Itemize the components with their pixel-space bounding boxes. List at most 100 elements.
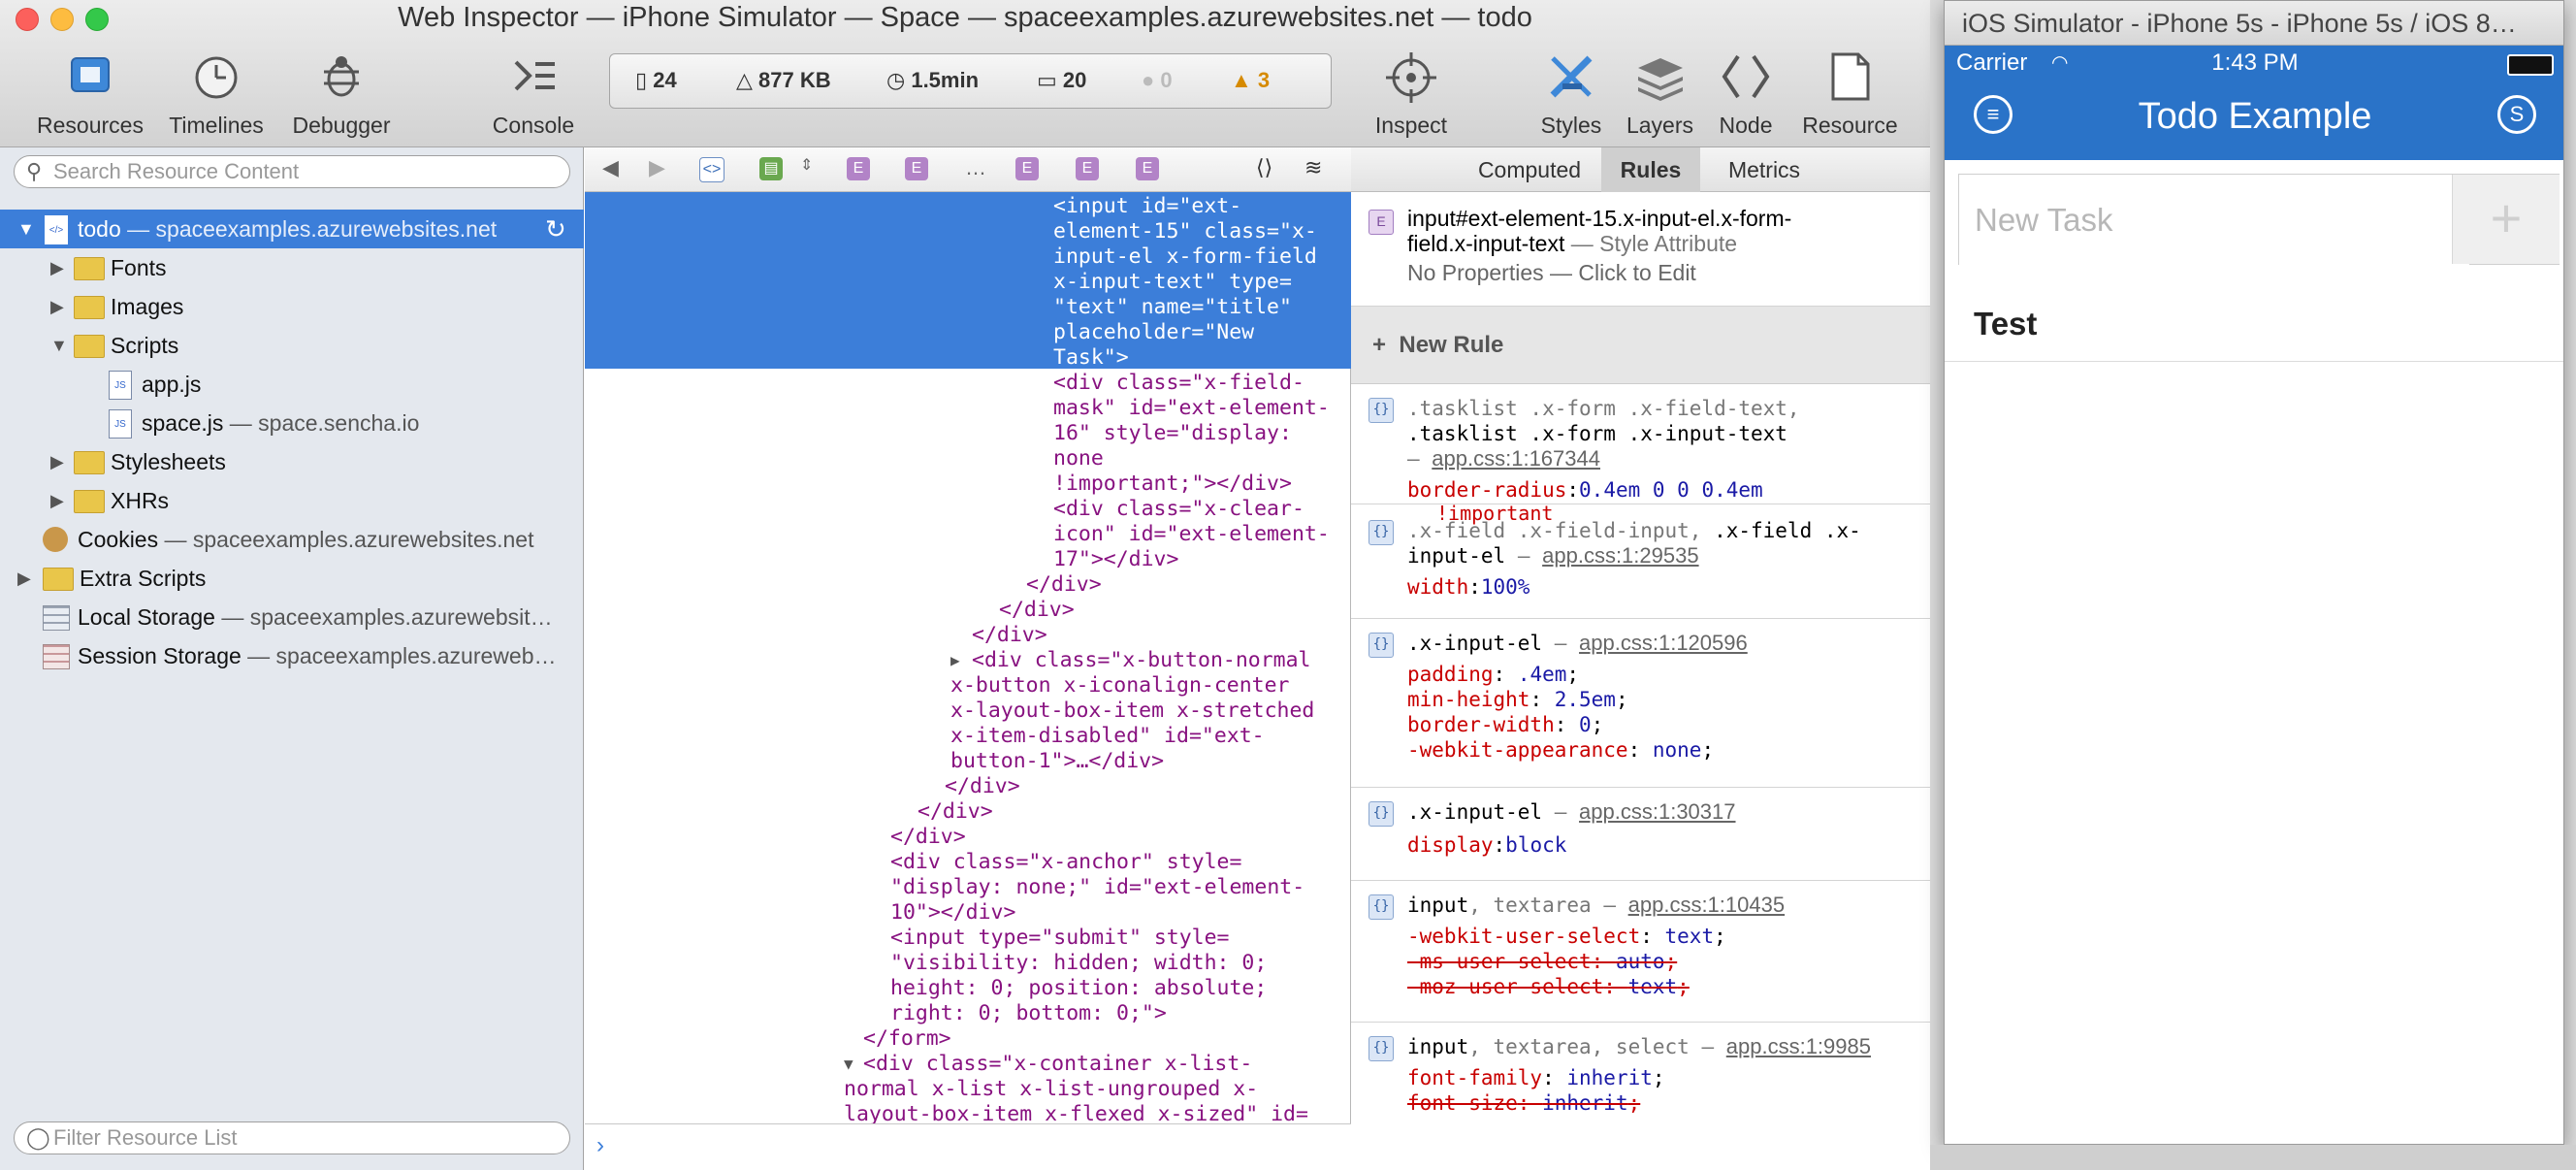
breadcrumb-element[interactable]: E: [1136, 157, 1159, 180]
disclosure-triangle-icon[interactable]: ▶: [50, 287, 64, 326]
breadcrumb-element[interactable]: E: [905, 157, 928, 180]
new-task-input[interactable]: [1959, 175, 2469, 266]
tree-item-local-storage[interactable]: Local Storage — spaceexamples.azurewebsi…: [0, 598, 584, 636]
tree-item-todo[interactable]: ▼ </> todo — spaceexamples.azurewebsites…: [0, 210, 584, 248]
rule-property[interactable]: width:100%: [1407, 574, 1530, 600]
breadcrumb-document[interactable]: <>: [699, 157, 724, 182]
dom-line[interactable]: </div>: [972, 623, 1047, 648]
dom-line[interactable]: normal x-list x-list-ungrouped x-: [844, 1077, 1258, 1102]
tab-computed[interactable]: Computed: [1458, 147, 1601, 192]
breadcrumb-frame[interactable]: ▤: [759, 157, 783, 180]
dom-line[interactable]: 17"></div>: [1053, 547, 1178, 572]
console-prompt[interactable]: ›: [585, 1123, 1351, 1170]
dom-line[interactable]: 16" style="display:: [1053, 421, 1292, 446]
dom-line[interactable]: </div>: [890, 825, 966, 850]
dom-line[interactable]: <div class="x-clear-: [1053, 497, 1304, 522]
dom-tree-code[interactable]: <input id="ext- element-15" class="x- in…: [585, 192, 1351, 1123]
dom-line[interactable]: <div class="x-anchor" style=: [890, 850, 1241, 875]
toolbar-node-button[interactable]: Node: [1702, 50, 1789, 144]
dom-line[interactable]: placeholder="New: [1053, 320, 1254, 345]
forward-arrow-icon[interactable]: ▶: [649, 155, 665, 180]
dom-line[interactable]: <div class="x-field-: [1053, 371, 1304, 396]
css-rule[interactable]: {} input, textarea, select — app.css:1:9…: [1351, 1023, 1930, 1170]
dom-line[interactable]: Task">: [1053, 345, 1129, 371]
layers-toggle-icon[interactable]: ≋: [1304, 155, 1322, 180]
toolbar-styles-button[interactable]: Styles: [1523, 50, 1620, 144]
dom-line[interactable]: x-layout-box-item x-stretched: [950, 699, 1314, 724]
disclosure-triangle-icon[interactable]: ▼: [844, 1052, 853, 1077]
disclosure-triangle-icon[interactable]: ▶: [50, 481, 64, 520]
toolbar-console-button[interactable]: Console: [475, 50, 592, 144]
toolbar-inspect-button[interactable]: Inspect: [1358, 50, 1465, 144]
tree-item-cookies[interactable]: Cookies — spaceexamples.azurewebsites.ne…: [0, 520, 584, 559]
toolbar-resources-button[interactable]: Resources: [27, 50, 153, 144]
dom-line[interactable]: </div>: [945, 774, 1020, 799]
reload-icon[interactable]: ↻: [545, 210, 566, 248]
rule-property-overridden[interactable]: -ms-user-select: auto;: [1407, 949, 1677, 974]
tab-metrics[interactable]: Metrics: [1702, 147, 1826, 192]
dom-line[interactable]: x-input-text" type=: [1053, 270, 1292, 295]
list-item[interactable]: Test: [1945, 282, 2563, 362]
dom-line[interactable]: <div class="x-container x-list-: [863, 1052, 1252, 1077]
dom-line[interactable]: input-el x-form-field: [1053, 244, 1317, 270]
dom-line[interactable]: <input type="submit" style=: [890, 926, 1230, 951]
css-rule[interactable]: {} .x-input-el — app.css:1:30317 display…: [1351, 788, 1930, 881]
dom-line[interactable]: <div class="x-button-normal: [972, 648, 1311, 673]
disclosure-triangle-icon[interactable]: ▼: [17, 210, 35, 248]
back-arrow-icon[interactable]: ◀: [602, 155, 619, 180]
disclosure-triangle-icon[interactable]: ▶: [50, 442, 64, 481]
rule-property-overridden[interactable]: -moz-user-select: text;: [1407, 974, 1690, 999]
no-properties-hint[interactable]: No Properties — Click to Edit: [1407, 260, 1696, 285]
rule-property[interactable]: -webkit-user-select: text;: [1407, 924, 1726, 949]
dom-line[interactable]: </form>: [863, 1026, 951, 1052]
filter-resource-field[interactable]: ◯ Filter Resource List: [14, 1121, 570, 1154]
new-rule-button[interactable]: + New Rule: [1351, 307, 1930, 384]
tree-item-images[interactable]: ▶ Images: [0, 287, 584, 326]
add-task-button[interactable]: +: [2452, 175, 2560, 264]
breadcrumb-ellipsis[interactable]: …: [965, 155, 986, 180]
dom-line[interactable]: <input id="ext-: [1053, 194, 1241, 219]
sync-icon[interactable]: S: [2497, 95, 2536, 134]
toolbar-layers-button[interactable]: Layers: [1614, 50, 1706, 144]
rule-property[interactable]: font-family: inherit;: [1407, 1065, 1665, 1090]
dom-line[interactable]: mask" id="ext-element-: [1053, 396, 1330, 421]
tree-item-scripts[interactable]: ▼ Scripts: [0, 326, 584, 365]
disclosure-triangle-icon[interactable]: ▶: [50, 248, 64, 287]
dom-line[interactable]: right: 0; bottom: 0;">: [890, 1001, 1167, 1026]
rule-property[interactable]: border-radius:0.4em 0 0 0.4em: [1407, 477, 1763, 503]
dom-line[interactable]: layout-box-item x-flexed x-sized" id=: [844, 1102, 1308, 1123]
dom-line[interactable]: none: [1053, 446, 1104, 471]
breadcrumb-element[interactable]: E: [1076, 157, 1099, 180]
style-attribute-rule[interactable]: E input#ext-element-15.x-input-el.x-form…: [1351, 192, 1930, 307]
dom-line[interactable]: 10"></div>: [890, 900, 1015, 926]
dom-line[interactable]: "visibility: hidden; width: 0;: [890, 951, 1267, 976]
stepper-icon[interactable]: ⇕: [800, 155, 813, 175]
dom-line[interactable]: "display: none;" id="ext-element-: [890, 875, 1304, 900]
tree-item-fonts[interactable]: ▶ Fonts: [0, 248, 584, 287]
disclosure-triangle-icon[interactable]: ▶: [950, 648, 960, 673]
rule-property[interactable]: display:block: [1407, 832, 1566, 858]
css-rule[interactable]: {} .x-field .x-field-input, .x-field .x-…: [1351, 504, 1930, 619]
rule-source[interactable]: — app.css:1:167344: [1407, 446, 1600, 471]
rule-property[interactable]: border-width: 0;: [1407, 712, 1603, 737]
breadcrumb-element[interactable]: E: [847, 157, 870, 180]
rule-property[interactable]: min-height: 2.5em;: [1407, 687, 1628, 712]
rule-property[interactable]: padding: .4em;: [1407, 662, 1579, 687]
css-rule[interactable]: {} .tasklist .x-form .x-field-text, .tas…: [1351, 384, 1930, 525]
dom-line[interactable]: icon" id="ext-element-: [1053, 522, 1330, 547]
dom-line[interactable]: x-item-disabled" id="ext-: [950, 724, 1265, 749]
breadcrumb-element[interactable]: E: [1015, 157, 1039, 180]
css-rule[interactable]: {} input, textarea — app.css:1:10435 -we…: [1351, 881, 1930, 1023]
css-rule[interactable]: {} .x-input-el — app.css:1:120596 paddin…: [1351, 619, 1930, 788]
rule-property-overridden[interactable]: font-size: inherit;: [1407, 1090, 1640, 1116]
search-resource-field[interactable]: ⚲ Search Resource Content: [14, 155, 570, 188]
toolbar-debugger-button[interactable]: Debugger: [279, 50, 403, 144]
tree-item-extra-scripts[interactable]: ▶ Extra Scripts: [0, 559, 584, 598]
dom-line[interactable]: element-15" class="x-: [1053, 219, 1317, 244]
dom-line[interactable]: </div>: [1026, 572, 1102, 598]
tab-rules[interactable]: Rules: [1601, 147, 1700, 192]
tree-item-session-storage[interactable]: Session Storage — spaceexamples.azureweb…: [0, 636, 584, 675]
dom-line[interactable]: height: 0; position: absolute;: [890, 976, 1267, 1001]
toolbar-resource-button[interactable]: Resource: [1794, 50, 1906, 144]
dom-line[interactable]: !important;"></div>: [1053, 471, 1292, 497]
